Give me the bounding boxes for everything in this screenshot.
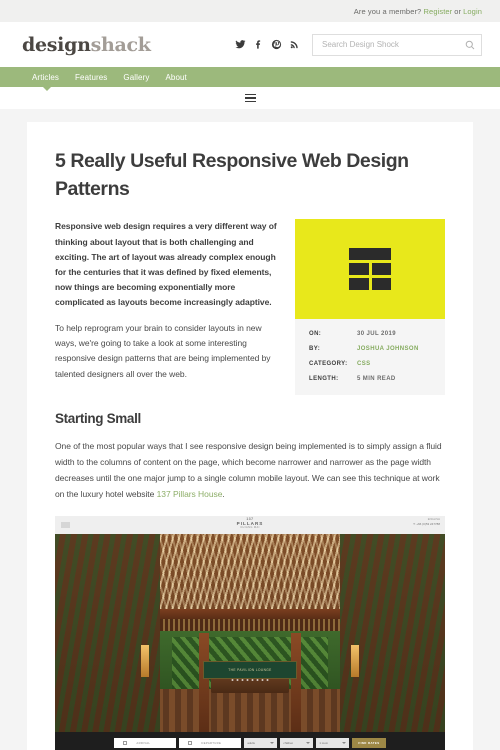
primary-nav: Articles Features Gallery About: [0, 67, 500, 91]
facebook-icon[interactable]: [253, 39, 264, 50]
featured-thumbnail: [295, 219, 445, 320]
screenshot-logo-line3: CHIANG MAI: [240, 526, 260, 530]
chevron-down-icon: [270, 742, 275, 745]
booking-departure-field: DEPARTURE: [179, 738, 242, 749]
search-box[interactable]: [312, 33, 482, 56]
article-meta-column: ON: 30 JUL 2019 BY: JOSHUA JOHNSON CATEG…: [295, 219, 445, 396]
meta-key: LENGTH:: [309, 376, 339, 383]
membership-prompt: Are you a member?: [353, 6, 422, 16]
booking-arrival-field: ARRIVAL: [114, 738, 177, 749]
meta-value-length: 5 MIN READ: [357, 376, 396, 383]
meta-value-category[interactable]: CSS: [357, 361, 371, 367]
site-logo-secondary: shack: [90, 33, 151, 56]
masthead: designshack: [0, 22, 500, 67]
nav-item-articles[interactable]: Articles: [32, 73, 59, 82]
meta-row-length: LENGTH: 5 MIN READ: [309, 376, 431, 382]
chevron-down-icon: [306, 742, 311, 745]
article-paragraph-2: To help reprogram your brain to consider…: [55, 323, 271, 379]
meta-row-on: ON: 30 JUL 2019: [309, 331, 431, 337]
meta-row-by: BY: JOSHUA JOHNSON: [309, 346, 431, 352]
nav-item-about[interactable]: About: [165, 73, 186, 82]
section-paragraph-tail: .: [222, 488, 225, 499]
meta-row-category: CATEGORY: CSS: [309, 361, 431, 367]
meta-value-author[interactable]: JOSHUA JOHNSON: [357, 346, 419, 352]
photo-lounge-sign: THE PAVILION LOUNGE: [203, 660, 297, 679]
meta-key: BY:: [309, 346, 321, 353]
photo-lamp-right: [350, 645, 360, 677]
article-columns: Responsive web design requires a very di…: [55, 219, 445, 396]
photo-lounge-sign-text: THE PAVILION LOUNGE: [228, 667, 272, 672]
booking-arrival-label: ARRIVAL: [136, 741, 151, 746]
meta-value-date: 30 JUL 2019: [357, 331, 396, 338]
section-paragraph-text: One of the most popular ways that I see …: [55, 441, 442, 499]
article-lead: Responsive web design requires a very di…: [55, 221, 277, 307]
photo-column-right: [339, 534, 445, 733]
screenshot-phone: T: +66 (0)53 247788: [413, 522, 440, 527]
meta-key: CATEGORY:: [309, 361, 348, 368]
hamburger-icon[interactable]: [244, 93, 256, 103]
page-title: 5 Really Useful Responsive Web Design Pa…: [55, 150, 409, 200]
screenshot-hero-photo: THE PAVILION LOUNGE: [55, 534, 445, 733]
screenshot-language: ENGLISH: [427, 517, 440, 522]
section-heading: Starting Small: [55, 411, 141, 427]
photo-mullion-right: [290, 633, 301, 733]
booking-children-label: children: [283, 741, 294, 746]
booking-departure-label: DEPARTURE: [201, 741, 222, 746]
photo-column-left: [55, 534, 161, 733]
secondary-menu-strip: [0, 87, 500, 109]
register-link[interactable]: Register: [424, 7, 453, 16]
calendar-icon: [188, 741, 193, 746]
chevron-down-icon: [342, 742, 347, 745]
search-icon[interactable]: [465, 40, 475, 50]
page-body: 5 Really Useful Responsive Web Design Pa…: [0, 109, 500, 750]
site-logo[interactable]: designshack: [22, 34, 151, 56]
booking-submit-button: FIND RATES: [352, 738, 386, 749]
calendar-icon: [123, 741, 128, 746]
hotel-link[interactable]: 137 Pillars House: [157, 489, 223, 499]
photo-mullion-left: [199, 633, 210, 733]
screenshot-header: 137 PILLARS CHIANG MAI ENGLISH T: +66 (0…: [55, 516, 445, 542]
screenshot-site-logo: 137 PILLARS CHIANG MAI: [237, 517, 264, 529]
twitter-icon[interactable]: [235, 39, 246, 50]
booking-adults-label: adults: [247, 741, 255, 746]
nav-item-features[interactable]: Features: [75, 73, 107, 82]
meta-list: ON: 30 JUL 2019 BY: JOSHUA JOHNSON CATEG…: [295, 319, 445, 396]
booking-children-select: children: [280, 738, 314, 749]
booking-rooms-select: 1 room: [316, 738, 350, 749]
nav-item-gallery[interactable]: Gallery: [123, 73, 149, 82]
article-card: 5 Really Useful Responsive Web Design Pa…: [27, 122, 473, 750]
meta-key: ON:: [309, 331, 322, 338]
embedded-screenshot: 137 PILLARS CHIANG MAI ENGLISH T: +66 (0…: [55, 516, 445, 750]
login-link[interactable]: Login: [463, 7, 482, 16]
screenshot-booking-bar: ARRIVAL DEPARTURE adults children 1 room: [55, 732, 445, 750]
layout-grid-icon: [349, 248, 391, 291]
article-intro-column: Responsive web design requires a very di…: [55, 219, 277, 395]
section-paragraph: One of the most popular ways that I see …: [55, 439, 445, 502]
photo-carousel-dots: [231, 678, 269, 681]
screenshot-menu-icon: [61, 522, 70, 529]
meta-panel: ON: 30 JUL 2019 BY: JOSHUA JOHNSON CATEG…: [295, 219, 445, 396]
photo-lamp-left: [140, 645, 150, 677]
pinterest-icon[interactable]: [271, 39, 282, 50]
rss-icon[interactable]: [289, 39, 300, 50]
social-links: [235, 39, 300, 50]
or-separator: or: [454, 6, 462, 16]
search-input[interactable]: [322, 40, 465, 49]
booking-rooms-label: 1 room: [319, 741, 329, 746]
booking-adults-select: adults: [244, 738, 278, 749]
site-logo-primary: design: [22, 33, 91, 56]
top-utility-bar: Are you a member? Register or Login: [0, 0, 500, 22]
masthead-right: [235, 33, 482, 56]
active-nav-caret: [43, 87, 51, 91]
